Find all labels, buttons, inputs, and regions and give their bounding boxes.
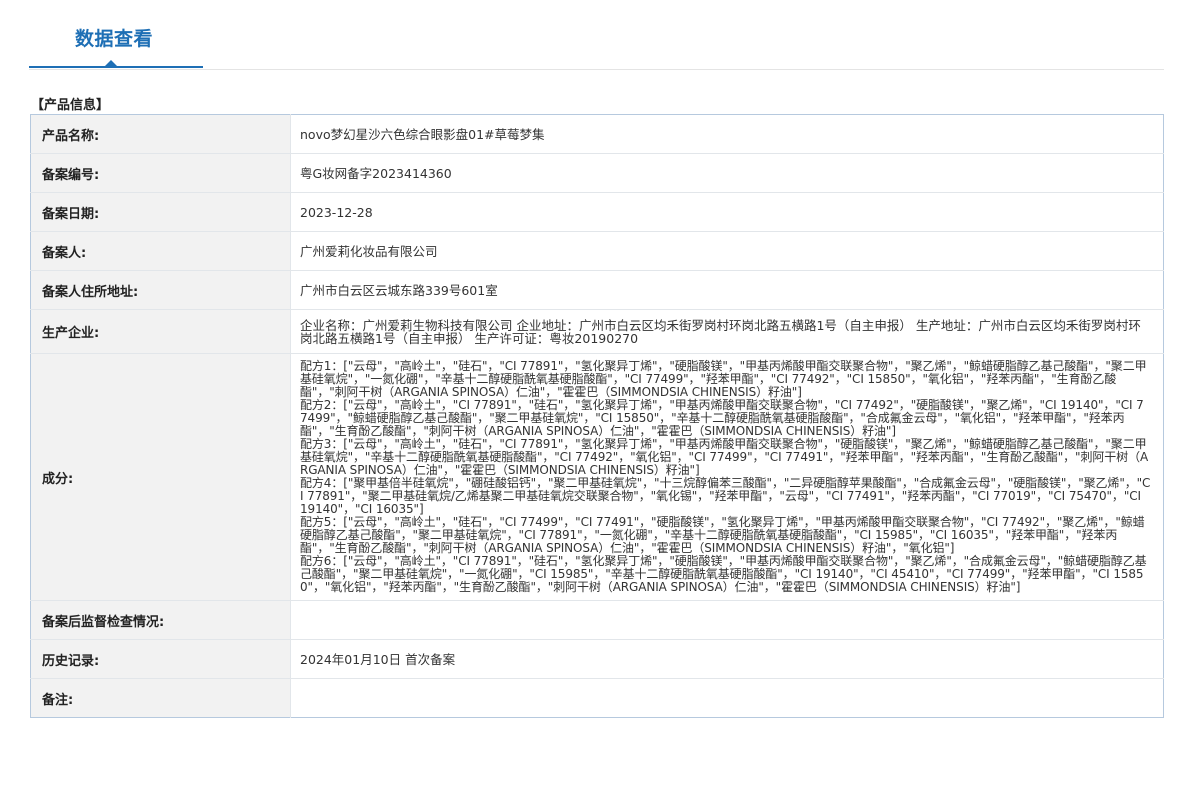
product-info-table: 产品名称: novo梦幻星沙六色综合眼影盘01#草莓梦集 备案编号: 粤G妆网备… bbox=[30, 114, 1164, 718]
row-label: 备案后监督检查情况: bbox=[30, 600, 291, 640]
row-label: 备案日期: bbox=[30, 192, 291, 232]
row-label: 成分: bbox=[30, 353, 291, 601]
table-row-ingredients: 成分: 配方1：["云母"，"高岭土"，"硅石"，"CI 77891"，"氢化聚… bbox=[30, 353, 1164, 601]
row-label: 产品名称: bbox=[30, 114, 291, 154]
active-tab-underline bbox=[29, 66, 203, 68]
table-row-filing-number: 备案编号: 粤G妆网备字2023414360 bbox=[30, 153, 1164, 193]
remarks-value bbox=[290, 678, 1164, 718]
row-label: 历史记录: bbox=[30, 639, 291, 679]
formula-4: 配方4：["聚甲基倍半硅氧烷"，"硼硅酸铝钙"，"聚二甲基硅氧烷"，"十三烷醇偏… bbox=[300, 476, 1151, 516]
table-row-product-name: 产品名称: novo梦幻星沙六色综合眼影盘01#草莓梦集 bbox=[30, 114, 1164, 154]
table-row-inspection: 备案后监督检查情况: bbox=[30, 600, 1164, 640]
table-row-filer-address: 备案人住所地址: 广州市白云区云城东路339号601室 bbox=[30, 270, 1164, 310]
formula-3: 配方3：["云母"，"高岭土"，"硅石"，"CI 77891"，"氢化聚异丁烯"… bbox=[300, 437, 1149, 477]
inspection-value bbox=[290, 600, 1164, 640]
row-label: 备案编号: bbox=[30, 153, 291, 193]
filing-number-value: 粤G妆网备字2023414360 bbox=[290, 153, 1164, 193]
table-row-filing-date: 备案日期: 2023-12-28 bbox=[30, 192, 1164, 232]
formula-5: 配方5：["云母"，"高岭土"，"硅石"，"CI 77499"，"CI 7749… bbox=[300, 515, 1145, 555]
row-label: 备案人住所地址: bbox=[30, 270, 291, 310]
formula-1: 配方1：["云母"，"高岭土"，"硅石"，"CI 77891"，"氢化聚异丁烯"… bbox=[300, 359, 1147, 399]
section-title: 【产品信息】 bbox=[31, 98, 110, 113]
formula-2: 配方2：["云母"，"高岭土"，"CI 77891"，"硅石"，"氢化聚异丁烯"… bbox=[300, 398, 1144, 438]
history-value: 2024年01月10日 首次备案 bbox=[290, 639, 1164, 679]
filer-address-value: 广州市白云区云城东路339号601室 bbox=[290, 270, 1164, 310]
table-row-filer: 备案人: 广州爱莉化妆品有限公司 bbox=[30, 231, 1164, 271]
manufacturer-value: 企业名称：广州爱莉生物科技有限公司 企业地址：广州市白云区均禾街罗岗村环岗北路五… bbox=[290, 309, 1164, 354]
tab-bar: 数据查看 bbox=[29, 0, 1164, 70]
formula-6: 配方6：["云母"，"高岭土"，"CI 77891"，"硅石"，"氢化聚异丁烯"… bbox=[300, 554, 1147, 594]
table-row-history: 历史记录: 2024年01月10日 首次备案 bbox=[30, 639, 1164, 679]
row-label: 备案人: bbox=[30, 231, 291, 271]
row-label: 备注: bbox=[30, 678, 291, 718]
ingredients-value: 配方1：["云母"，"高岭土"，"硅石"，"CI 77891"，"氢化聚异丁烯"… bbox=[290, 353, 1164, 601]
tab-data-view[interactable]: 数据查看 bbox=[75, 24, 153, 51]
product-name-value: novo梦幻星沙六色综合眼影盘01#草莓梦集 bbox=[300, 126, 545, 142]
table-row-manufacturer: 生产企业: 企业名称：广州爱莉生物科技有限公司 企业地址：广州市白云区均禾街罗岗… bbox=[30, 309, 1164, 354]
row-label: 生产企业: bbox=[30, 309, 291, 354]
filer-value: 广州爱莉化妆品有限公司 bbox=[290, 231, 1164, 271]
table-row-remarks: 备注: bbox=[30, 678, 1164, 718]
filing-date-value: 2023-12-28 bbox=[290, 192, 1164, 232]
